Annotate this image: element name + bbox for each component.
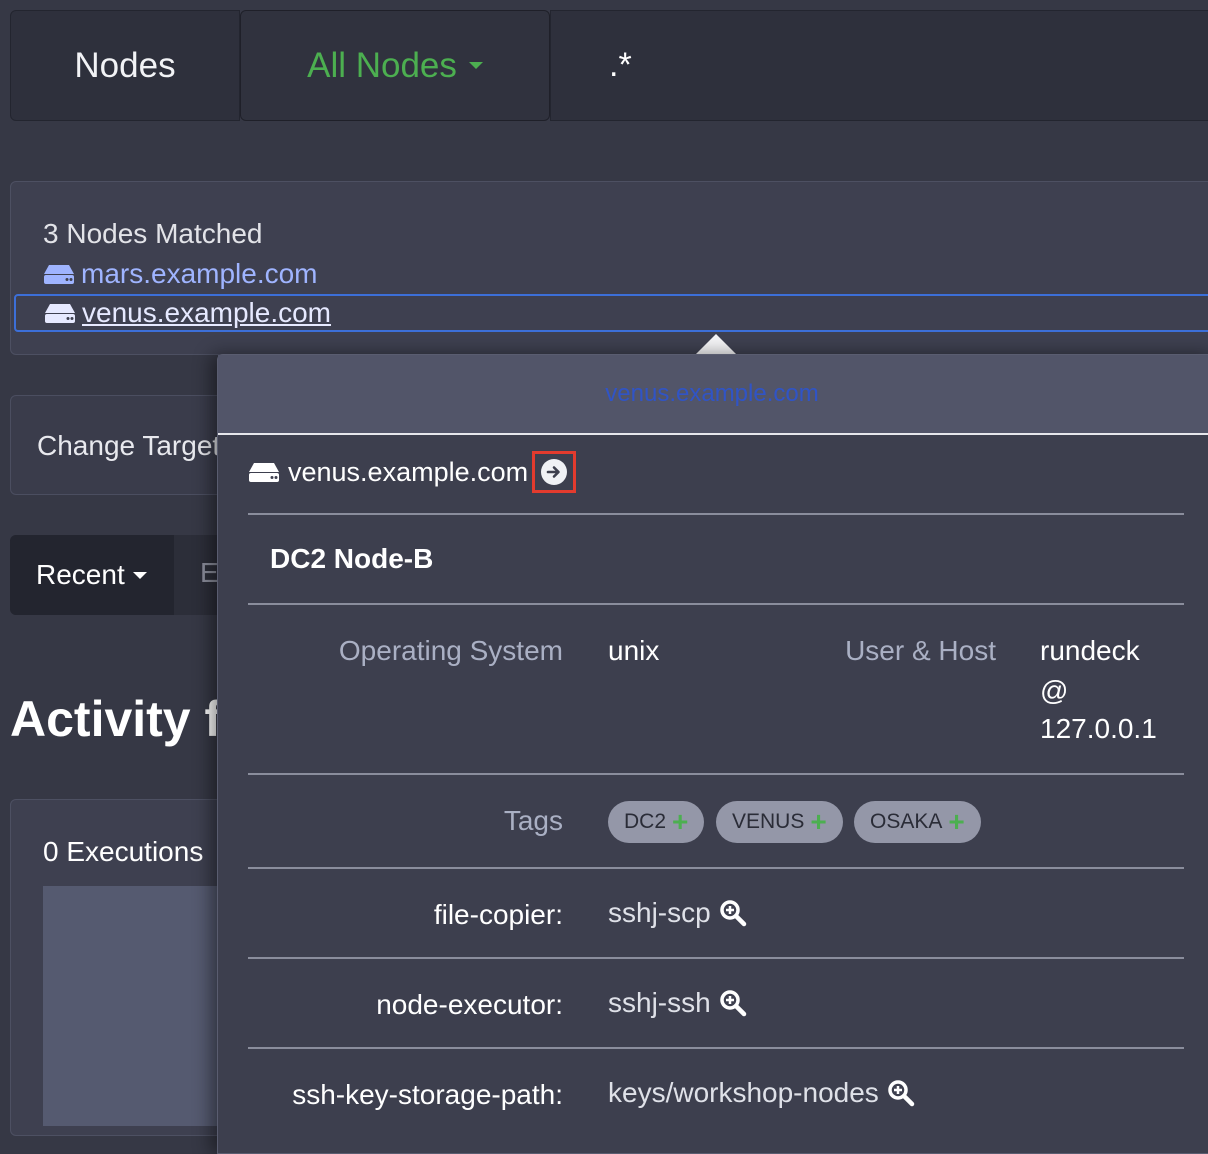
- os-value: unix: [608, 635, 660, 666]
- divider: [248, 957, 1184, 959]
- divider: [248, 867, 1184, 869]
- divider: [248, 603, 1184, 605]
- host-value: 127.0.0.1: [1040, 713, 1157, 744]
- divider: [248, 773, 1184, 775]
- arrow-circle-right-icon: [541, 459, 568, 485]
- tag-badge-dc2[interactable]: DC2 +: [608, 801, 705, 843]
- filter-query-input[interactable]: .*: [550, 10, 1208, 121]
- recent-dropdown-button[interactable]: Recent: [10, 535, 174, 615]
- plus-icon[interactable]: +: [672, 808, 688, 836]
- plus-icon[interactable]: +: [810, 808, 826, 836]
- activity-title: Activity f: [10, 691, 222, 747]
- attribute-value: sshj-scp: [608, 897, 747, 929]
- server-icon: [45, 304, 75, 323]
- node-detail-popover: venus.example.com venus.example.com DC2 …: [217, 354, 1208, 1154]
- server-icon: [44, 265, 74, 284]
- server-icon: [249, 463, 279, 482]
- tag-badge-venus[interactable]: VENUS +: [716, 801, 843, 843]
- node-link-mars[interactable]: mars.example.com: [43, 258, 318, 290]
- nodes-matched-panel: 3 Nodes Matched mars.example.com venus.e…: [10, 181, 1208, 355]
- nodes-label-text: Nodes: [74, 45, 176, 85]
- attribute-value-text: sshj-ssh: [608, 987, 711, 1018]
- plus-icon[interactable]: +: [948, 808, 964, 836]
- caret-down-icon: [468, 62, 483, 69]
- nodes-label: Nodes: [10, 10, 240, 121]
- divider: [248, 1047, 1184, 1049]
- executions-count: 0 Executions: [43, 836, 204, 867]
- zoom-search-icon[interactable]: [719, 989, 747, 1017]
- filter-dropdown-button[interactable]: All Nodes: [240, 10, 550, 121]
- recent-label: Recent: [36, 559, 125, 590]
- popover-node-heading: venus.example.com: [248, 451, 577, 493]
- popover-title: venus.example.com: [605, 380, 819, 407]
- tag-badge-osaka[interactable]: OSAKA +: [854, 801, 981, 843]
- attribute-key: file-copier:: [433, 899, 563, 930]
- popover-arrow: [695, 334, 737, 355]
- recent-other-tab[interactable]: E: [200, 557, 219, 589]
- node-link-venus[interactable]: venus.example.com: [14, 294, 1208, 332]
- attribute-value: sshj-ssh: [608, 987, 747, 1019]
- attribute-value-text: keys/workshop-nodes: [608, 1077, 879, 1108]
- tag-label: VENUS: [732, 810, 805, 833]
- tags-label: Tags: [503, 805, 563, 836]
- divider: [248, 513, 1184, 515]
- filter-dropdown-label: All Nodes: [307, 45, 457, 85]
- go-to-node-button[interactable]: [532, 451, 577, 493]
- caret-down-icon: [132, 571, 147, 579]
- zoom-search-icon[interactable]: [887, 1079, 915, 1107]
- change-target-label: Change Target: [37, 430, 221, 461]
- zoom-search-icon[interactable]: [719, 899, 747, 927]
- user-host-label: User & Host: [845, 635, 996, 666]
- at-symbol: @: [1040, 675, 1069, 706]
- filter-query-text: .*: [609, 46, 632, 84]
- attribute-key: ssh-key-storage-path:: [292, 1079, 563, 1110]
- attribute-value: keys/workshop-nodes: [608, 1077, 915, 1109]
- node-description: DC2 Node-B: [270, 543, 434, 574]
- node-link-label: venus.example.com: [82, 297, 332, 328]
- tag-label: OSAKA: [870, 810, 943, 833]
- attribute-value-text: sshj-scp: [608, 897, 711, 928]
- attribute-key: node-executor:: [376, 989, 563, 1020]
- os-label: Operating System: [338, 635, 563, 666]
- node-link-label: mars.example.com: [81, 258, 318, 289]
- nodes-matched-count: 3 Nodes Matched: [43, 218, 263, 249]
- tag-label: DC2: [624, 810, 667, 833]
- user-value: rundeck: [1040, 635, 1140, 666]
- popover-node-name: venus.example.com: [288, 456, 529, 487]
- node-filter-bar: Nodes All Nodes .*: [10, 10, 1208, 122]
- popover-header: venus.example.com: [218, 355, 1208, 435]
